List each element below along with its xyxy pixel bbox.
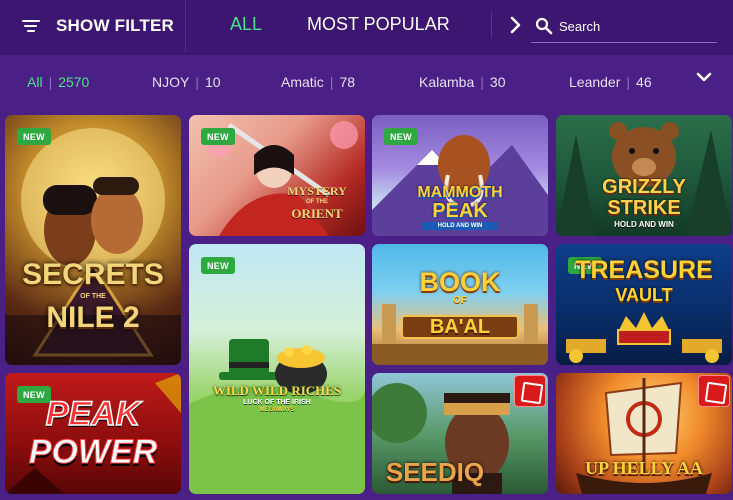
game-title: MYSTERY (287, 184, 347, 198)
provider-kalamba[interactable]: Kalamba | 30 (419, 74, 505, 90)
new-badge: NEW (201, 257, 235, 274)
game-title: BOOK (419, 267, 501, 297)
game-tile-peak-power[interactable]: NEW PEAK POWER (5, 373, 181, 494)
new-badge: NEW (17, 128, 51, 145)
game-subtitle: LUCK OF THE IRISH (243, 399, 311, 406)
game-title-small: MEGAWAYS (259, 407, 295, 413)
game-title-line2: PEAK (432, 200, 488, 222)
chevron-right-icon[interactable] (508, 15, 524, 35)
game-title-line2: VAULT (615, 285, 673, 305)
chevron-down-icon[interactable] (695, 70, 713, 86)
provider-name: Amatic (281, 74, 324, 90)
search-icon (535, 17, 553, 35)
game-subtitle: HOLD AND WIN (422, 222, 498, 230)
game-title-line2: NILE 2 (46, 301, 140, 334)
kalamba-logo-icon (698, 375, 730, 407)
provider-name: NJOY (152, 74, 190, 90)
game-tile-mammoth-peak[interactable]: NEW MAMMOTH PEAK HOLD AND WIN (372, 115, 548, 236)
provider-count: 78 (339, 74, 356, 90)
provider-njoy[interactable]: NJOY | 10 (152, 74, 221, 90)
provider-name: All (27, 74, 43, 90)
tab-divider (491, 12, 492, 38)
game-title-line2: STRIKE (607, 197, 681, 219)
game-tile-seediq[interactable]: SEEDIQ (372, 373, 548, 494)
provider-count: 10 (204, 74, 221, 90)
game-title: PEAK (45, 395, 141, 433)
search-input[interactable] (559, 18, 709, 34)
kalamba-logo-icon (514, 375, 546, 407)
game-subtitle: HOLD AND WIN (614, 220, 674, 229)
game-title: WILD WILD RICHES (212, 383, 342, 398)
game-tile-book-of-baal[interactable]: BOOK OF BA'AL (372, 244, 548, 365)
provider-count: 46 (636, 74, 652, 90)
game-tile-mystery-of-the-orient[interactable]: NEW MYSTERY OF THE ORIENT (189, 115, 365, 236)
game-title: UP HELLY AA (585, 458, 703, 478)
tab-all[interactable]: ALL (230, 14, 262, 35)
new-badge: NEW (201, 128, 235, 145)
game-title: MAMMOTH (417, 184, 503, 201)
game-tile-grizzly-strike[interactable]: GRIZZLY STRIKE HOLD AND WIN (556, 115, 732, 236)
filter-lines-icon (22, 19, 40, 33)
provider-name: Leander (569, 74, 621, 90)
game-title-small: OF (453, 295, 467, 306)
game-tile-wild-wild-riches[interactable]: NEW WILD WILD RICHES LUCK OF THE IRISH M… (189, 244, 365, 494)
game-title: SECRETS (22, 258, 164, 291)
game-title: GRIZZLY (602, 176, 686, 198)
game-title: SEEDIQ (385, 457, 485, 487)
tab-most-popular[interactable]: MOST POPULAR (307, 14, 450, 35)
game-title-line2: BA'AL (429, 316, 491, 338)
provider-amatic[interactable]: Amatic | 78 (281, 74, 355, 90)
show-filter-button[interactable]: SHOW FILTER (0, 0, 186, 52)
game-title: TREASURE (575, 256, 713, 284)
wild-wild-riches-artwork (189, 339, 365, 494)
provider-leander[interactable]: Leander | 46 (569, 74, 652, 90)
search-box[interactable] (531, 10, 717, 43)
provider-all[interactable]: All | 2570 (27, 74, 89, 90)
game-tile-treasure-vault[interactable]: NEW TREASURE VAULT (556, 244, 732, 365)
game-title-small: OF THE (306, 199, 328, 205)
provider-filter-row: All | 2570 NJOY | 10 Amatic | 78 Kalamba | 30 Le… (0, 64, 733, 100)
top-bar: SHOW FILTER ALL MOST POPULAR (0, 0, 733, 55)
game-title-small: OF THE (80, 293, 106, 300)
game-title-line2: ORIENT (291, 206, 343, 221)
provider-name: Kalamba (419, 74, 475, 90)
show-filter-label: SHOW FILTER (56, 16, 175, 35)
game-tile-secrets-of-the-nile-2[interactable]: NEW SECRETS OF THE NILE 2 (5, 115, 181, 365)
new-badge: NEW (384, 128, 418, 145)
provider-count: 2570 (58, 74, 90, 90)
game-title-line2: POWER (28, 433, 158, 471)
game-tile-up-helly-aa[interactable]: UP HELLY AA (556, 373, 732, 494)
provider-count: 30 (489, 74, 506, 90)
